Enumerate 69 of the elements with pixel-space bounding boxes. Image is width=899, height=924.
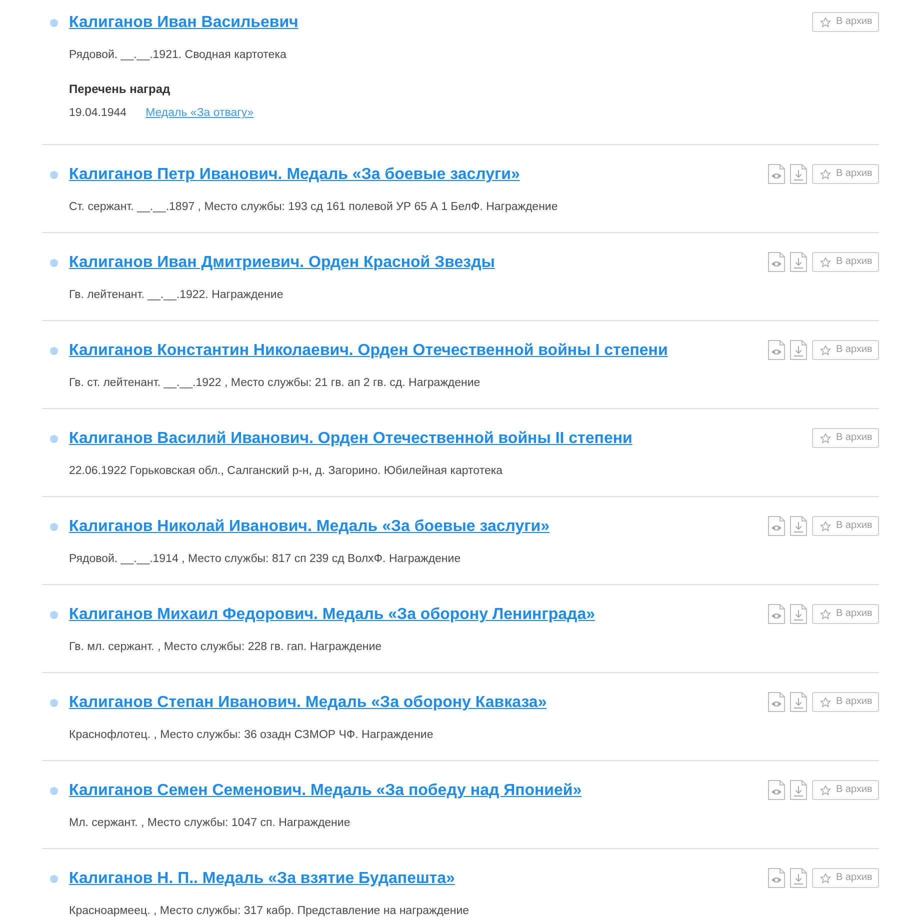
document-eye-icon[interactable]	[768, 252, 785, 272]
bullet-dot-icon	[50, 787, 58, 795]
bullet-dot-icon	[50, 259, 58, 267]
record-title-link[interactable]: Калиганов Петр Иванович. Медаль «За боевые заслуги»	[69, 163, 520, 187]
record-description: Краснофлотец. , Место службы: 36 озадн СЗМОР ЧФ. Награждение	[69, 728, 434, 743]
star-icon	[820, 520, 831, 532]
record-description: Мл. сержант. , Место службы: 1047 сп. Награждение	[69, 816, 350, 831]
star-icon	[820, 256, 831, 268]
document-eye-icon[interactable]	[768, 780, 785, 800]
record-title-link[interactable]: Калиганов Степан Иванович. Медаль «За оборону Кавказа»	[69, 691, 547, 715]
record-description: 22.06.1922 Горьковская обл., Салганский р-н, д. Загорино. Юбилейная картотека	[69, 464, 503, 479]
document-eye-icon[interactable]	[768, 340, 785, 360]
document-eye-icon[interactable]	[768, 604, 785, 624]
star-icon	[820, 608, 831, 620]
record-description: Ст. сержант. __.__.1897 , Место службы: 193 сд 161 полевой УР 65 А 1 БелФ. Награждение	[69, 200, 558, 215]
star-icon	[820, 432, 831, 444]
bullet-dot-icon	[50, 19, 58, 27]
record-title-link[interactable]: Калиганов Иван Васильевич	[69, 11, 298, 35]
record-description: Рядовой. __.__.1921. Сводная картотека	[69, 48, 286, 63]
document-eye-icon[interactable]	[768, 516, 785, 536]
bullet-dot-icon	[50, 699, 58, 707]
document-download-icon[interactable]	[790, 516, 807, 536]
archive-button[interactable]: В архив	[812, 428, 879, 448]
archive-button[interactable]: В архив	[812, 868, 879, 888]
star-icon	[820, 16, 831, 28]
document-download-icon[interactable]	[790, 780, 807, 800]
archive-button[interactable]: В архив	[812, 252, 879, 272]
document-download-icon[interactable]	[790, 252, 807, 272]
record-description: Гв. лейтенант. __.__.1922. Награждение	[69, 288, 284, 303]
award-date: 19.04.1944	[69, 106, 127, 121]
bullet-dot-icon	[50, 611, 58, 619]
star-icon	[820, 696, 831, 708]
record-title-link[interactable]: Калиганов Николай Иванович. Медаль «За боевые заслуги»	[69, 515, 550, 539]
document-eye-icon[interactable]	[768, 164, 785, 184]
archive-button[interactable]: В архив	[812, 12, 879, 32]
record-title-link[interactable]: Калиганов Семен Семенович. Медаль «За победу над Японией»	[69, 779, 582, 803]
record-description: Красноармеец. , Место службы: 317 кабр. Представление на награждение	[69, 904, 470, 919]
archive-button[interactable]: В архив	[812, 780, 879, 800]
document-download-icon[interactable]	[790, 692, 807, 712]
bullet-dot-icon	[50, 875, 58, 883]
archive-button[interactable]: В архив	[812, 692, 879, 712]
record-title-link[interactable]: Калиганов Василий Иванович. Орден Отечественной войны II степени	[69, 427, 632, 451]
record-description: Гв. мл. сержант. , Место службы: 228 гв. гап. Награждение	[69, 640, 382, 655]
archive-button[interactable]: В архив	[812, 164, 879, 184]
record-description: Гв. ст. лейтенант. __.__.1922 , Место службы: 21 гв. ап 2 гв. сд. Награждение	[69, 376, 480, 391]
bullet-dot-icon	[50, 523, 58, 531]
record-title-link[interactable]: Калиганов Н. П.. Медаль «За взятие Будапешта»	[69, 867, 455, 891]
document-eye-icon[interactable]	[768, 692, 785, 712]
record-title-link[interactable]: Калиганов Иван Дмитриевич. Орден Красной Звезды	[69, 251, 495, 275]
document-download-icon[interactable]	[790, 868, 807, 888]
record-title-link[interactable]: Калиганов Константин Николаевич. Орден Отечественной войны I степени	[69, 339, 668, 363]
star-icon	[820, 872, 831, 884]
star-icon	[820, 344, 831, 356]
document-download-icon[interactable]	[790, 340, 807, 360]
bullet-dot-icon	[50, 435, 58, 443]
bullet-dot-icon	[50, 171, 58, 179]
archive-button[interactable]: В архив	[812, 516, 879, 536]
awards-heading: Перечень наград	[69, 81, 170, 98]
document-download-icon[interactable]	[790, 604, 807, 624]
archive-button[interactable]: В архив	[812, 340, 879, 360]
star-icon	[820, 784, 831, 796]
bullet-dot-icon	[50, 347, 58, 355]
record-title-link[interactable]: Калиганов Михаил Федорович. Медаль «За оборону Ленинграда»	[69, 603, 595, 627]
document-eye-icon[interactable]	[768, 868, 785, 888]
archive-button[interactable]: В архив	[812, 604, 879, 624]
document-download-icon[interactable]	[790, 164, 807, 184]
star-icon	[820, 168, 831, 180]
record-description: Рядовой. __.__.1914 , Место службы: 817 сп 239 сд ВолхФ. Награждение	[69, 552, 461, 567]
award-link[interactable]: Медаль «За отвагу»	[146, 104, 254, 122]
